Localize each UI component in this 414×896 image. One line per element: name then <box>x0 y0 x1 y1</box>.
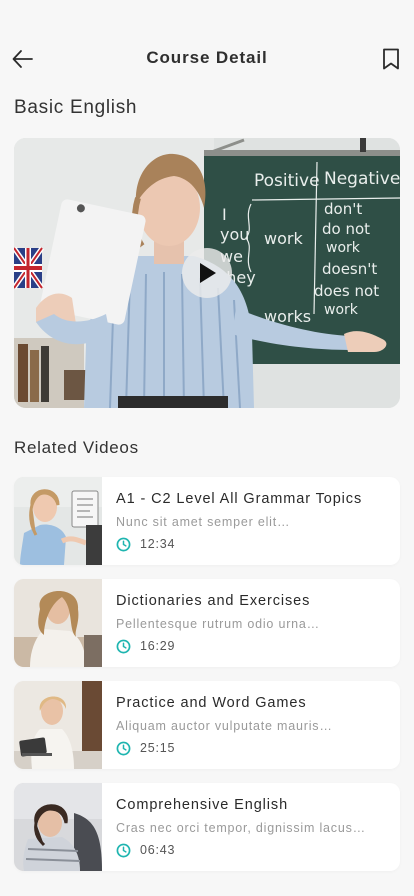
related-video-item[interactable]: A1 - C2 Level All Grammar Topics Nunc si… <box>14 477 400 565</box>
video-duration: 06:43 <box>140 843 176 857</box>
clock-icon <box>116 537 131 551</box>
bookmark-icon <box>383 48 399 70</box>
video-duration-row: 12:34 <box>116 536 175 552</box>
related-video-item[interactable]: Dictionaries and Exercises Pellentesque … <box>14 579 400 667</box>
video-description: Cras nec orci tempor, dignissim lacus… <box>116 821 366 835</box>
svg-text:doesn't: doesn't <box>322 260 377 278</box>
svg-text:don't: don't <box>324 200 362 218</box>
video-player[interactable]: Positive Negative I you we they work wor… <box>14 138 400 408</box>
related-videos-list: A1 - C2 Level All Grammar Topics Nunc si… <box>14 477 400 885</box>
play-button[interactable] <box>182 248 232 298</box>
related-video-item[interactable]: Comprehensive English Cras nec orci temp… <box>14 783 400 871</box>
video-duration: 25:15 <box>140 741 176 755</box>
clock-icon <box>116 843 131 857</box>
video-title: Practice and Word Games <box>116 695 307 711</box>
svg-text:work: work <box>324 302 359 318</box>
video-duration-row: 16:29 <box>116 638 175 654</box>
svg-text:I: I <box>222 205 227 224</box>
video-thumbnail <box>14 783 102 871</box>
video-title: Comprehensive English <box>116 797 289 813</box>
clock-icon <box>116 639 131 653</box>
video-thumbnail <box>14 477 102 565</box>
svg-text:work: work <box>264 229 303 248</box>
related-videos-heading: Related Videos <box>14 438 139 457</box>
course-title: Basic English <box>14 97 138 118</box>
svg-text:Negative: Negative <box>324 169 400 189</box>
svg-text:does not: does not <box>314 282 379 300</box>
video-description: Aliquam auctor vulputate mauris… <box>116 719 333 733</box>
video-description: Nunc sit amet semper elit… <box>116 515 291 529</box>
related-video-item[interactable]: Practice and Word Games Aliquam auctor v… <box>14 681 400 769</box>
svg-text:Positive: Positive <box>254 171 320 191</box>
video-title: A1 - C2 Level All Grammar Topics <box>116 491 363 507</box>
video-duration-row: 06:43 <box>116 842 175 858</box>
svg-text:you: you <box>220 225 249 244</box>
video-thumbnail <box>14 681 102 769</box>
svg-text:do not: do not <box>322 220 370 238</box>
page-title: Course Detail <box>146 48 268 67</box>
video-title: Dictionaries and Exercises <box>116 593 311 609</box>
play-icon <box>200 263 216 283</box>
video-duration-row: 25:15 <box>116 740 175 756</box>
video-thumbnail <box>14 579 102 667</box>
video-duration: 12:34 <box>140 537 176 551</box>
video-duration: 16:29 <box>140 639 176 653</box>
svg-text:work: work <box>326 240 361 256</box>
clock-icon <box>116 741 131 755</box>
bookmark-button[interactable] <box>379 47 403 71</box>
video-description: Pellentesque rutrum odio urna… <box>116 617 320 631</box>
